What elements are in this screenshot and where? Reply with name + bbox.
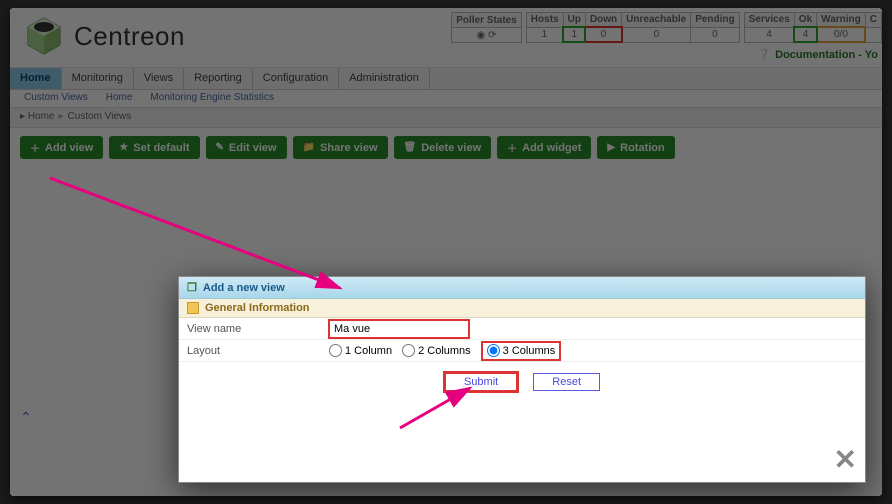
window-icon: ❐	[187, 282, 197, 294]
viewname-label: View name	[179, 323, 329, 335]
section-title: General Information	[205, 302, 310, 314]
reset-button[interactable]: Reset	[533, 373, 600, 391]
opt3-label: 3 Columns	[503, 345, 556, 357]
section-icon	[187, 302, 199, 314]
row-viewname: View name	[179, 318, 865, 340]
layout-label: Layout	[179, 345, 329, 357]
add-view-modal: ❐ Add a new view General Information View…	[178, 276, 866, 483]
modal-title: Add a new view	[203, 282, 285, 294]
modal-title-bar: ❐ Add a new view	[179, 277, 865, 299]
radio-3col[interactable]	[487, 344, 500, 357]
section-header: General Information	[179, 299, 865, 318]
layout-3col[interactable]: 3 Columns	[487, 344, 556, 357]
layout-1col[interactable]: 1 Column	[329, 344, 392, 357]
radio-1col[interactable]	[329, 344, 342, 357]
opt2-label: 2 Columns	[418, 345, 471, 357]
layout-3col-highlight: 3 Columns	[481, 341, 562, 361]
viewname-input[interactable]	[329, 320, 469, 338]
modal-footer: Submit Reset	[179, 362, 865, 402]
layout-2col[interactable]: 2 Columns	[402, 344, 471, 357]
radio-2col[interactable]	[402, 344, 415, 357]
close-icon[interactable]: ✕	[834, 443, 857, 476]
opt1-label: 1 Column	[345, 345, 392, 357]
submit-button[interactable]: Submit	[444, 372, 518, 392]
row-layout: Layout 1 Column 2 Columns 3 Columns	[179, 340, 865, 362]
